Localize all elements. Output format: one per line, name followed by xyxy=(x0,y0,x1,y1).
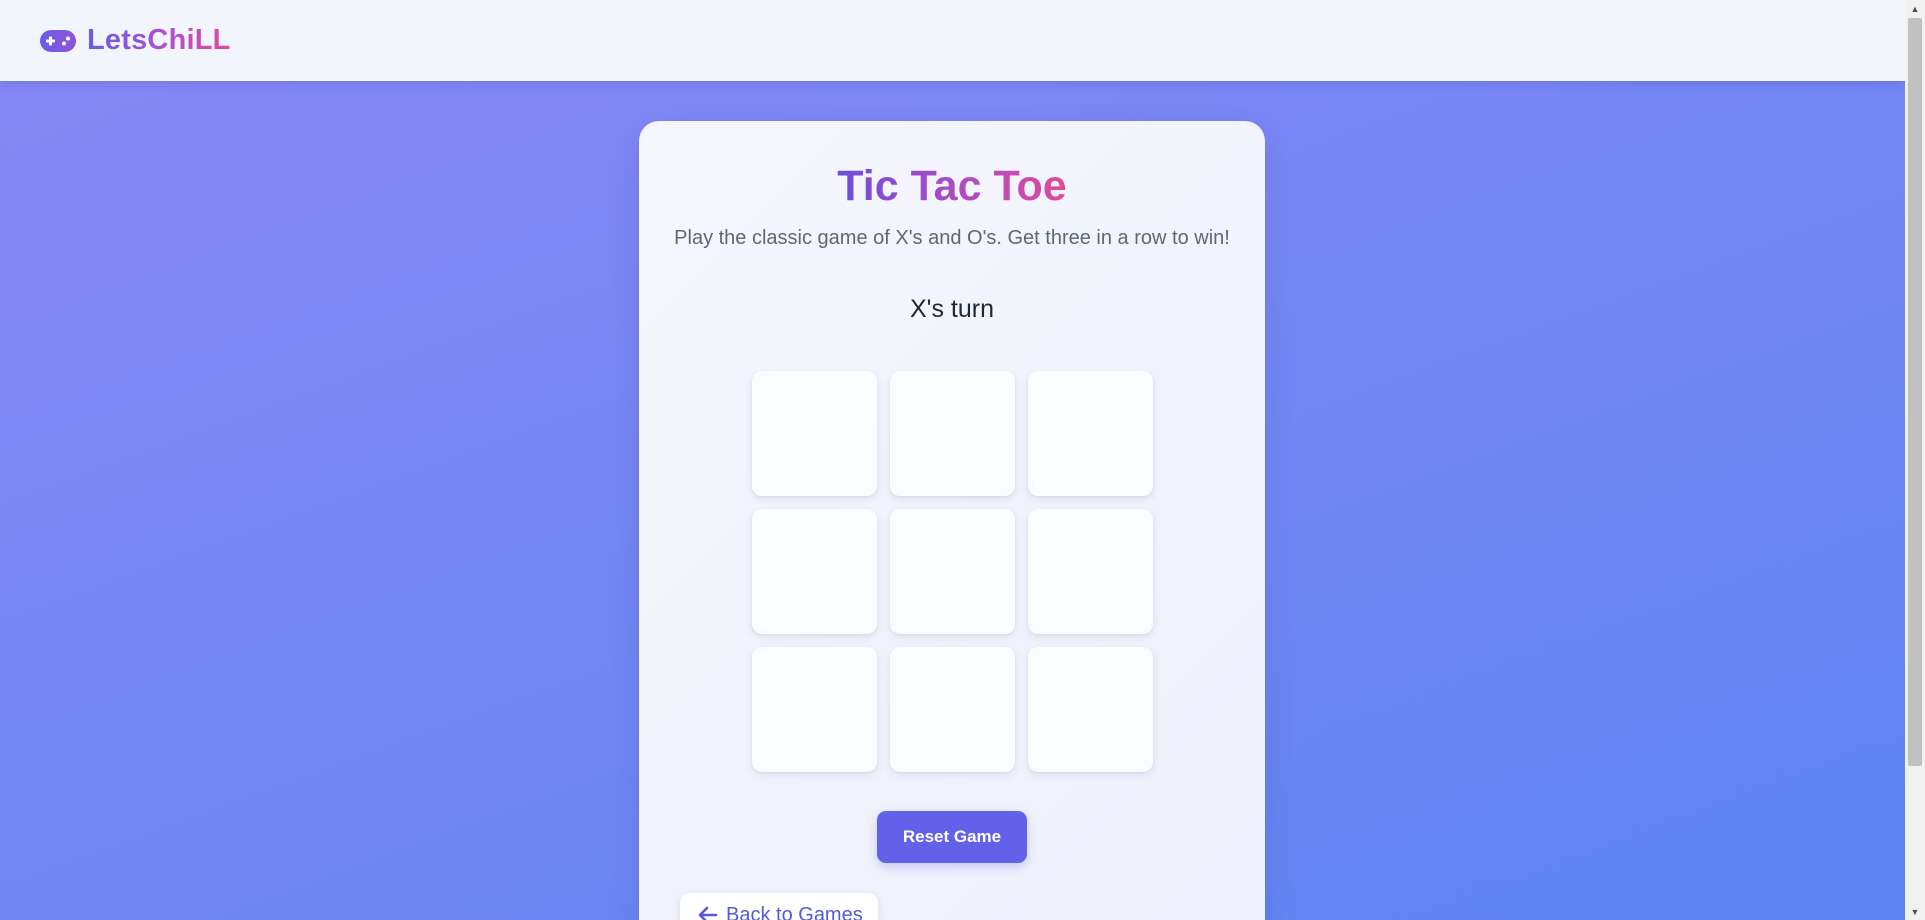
turn-status: X's turn xyxy=(910,295,994,323)
vertical-scrollbar[interactable]: ▲ ▼ xyxy=(1905,0,1925,920)
scroll-up-arrow-icon[interactable]: ▲ xyxy=(1905,0,1925,17)
board-cell-3[interactable] xyxy=(1028,371,1153,496)
back-to-games-link[interactable]: Back to Games xyxy=(680,893,878,920)
game-board xyxy=(752,371,1153,772)
back-to-games-label: Back to Games xyxy=(726,903,863,920)
reset-game-button[interactable]: Reset Game xyxy=(877,811,1027,863)
board-cell-9[interactable] xyxy=(1028,647,1153,772)
game-description: Play the classic game of X's and O's. Ge… xyxy=(674,227,1230,249)
board-cell-7[interactable] xyxy=(752,647,877,772)
board-cell-8[interactable] xyxy=(890,647,1015,772)
arrow-left-icon xyxy=(698,906,718,920)
board-cell-5[interactable] xyxy=(890,509,1015,634)
page-title-text: Tic Tac Toe xyxy=(837,162,1067,210)
page-title: Tic Tac Toe xyxy=(639,161,1265,213)
board-cell-4[interactable] xyxy=(752,509,877,634)
board-cell-2[interactable] xyxy=(890,371,1015,496)
board-cell-1[interactable] xyxy=(752,371,877,496)
scroll-down-arrow-icon[interactable]: ▼ xyxy=(1905,903,1925,920)
board-cell-6[interactable] xyxy=(1028,509,1153,634)
scroll-thumb[interactable] xyxy=(1908,18,1922,766)
brand-logo[interactable]: LetsChiLL xyxy=(39,24,231,57)
gamepad-icon xyxy=(40,29,76,52)
game-card: Tic Tac Toe Play the classic game of X's… xyxy=(639,121,1265,920)
top-navbar: LetsChiLL xyxy=(0,0,1905,81)
brand-name: LetsChiLL xyxy=(87,24,231,56)
